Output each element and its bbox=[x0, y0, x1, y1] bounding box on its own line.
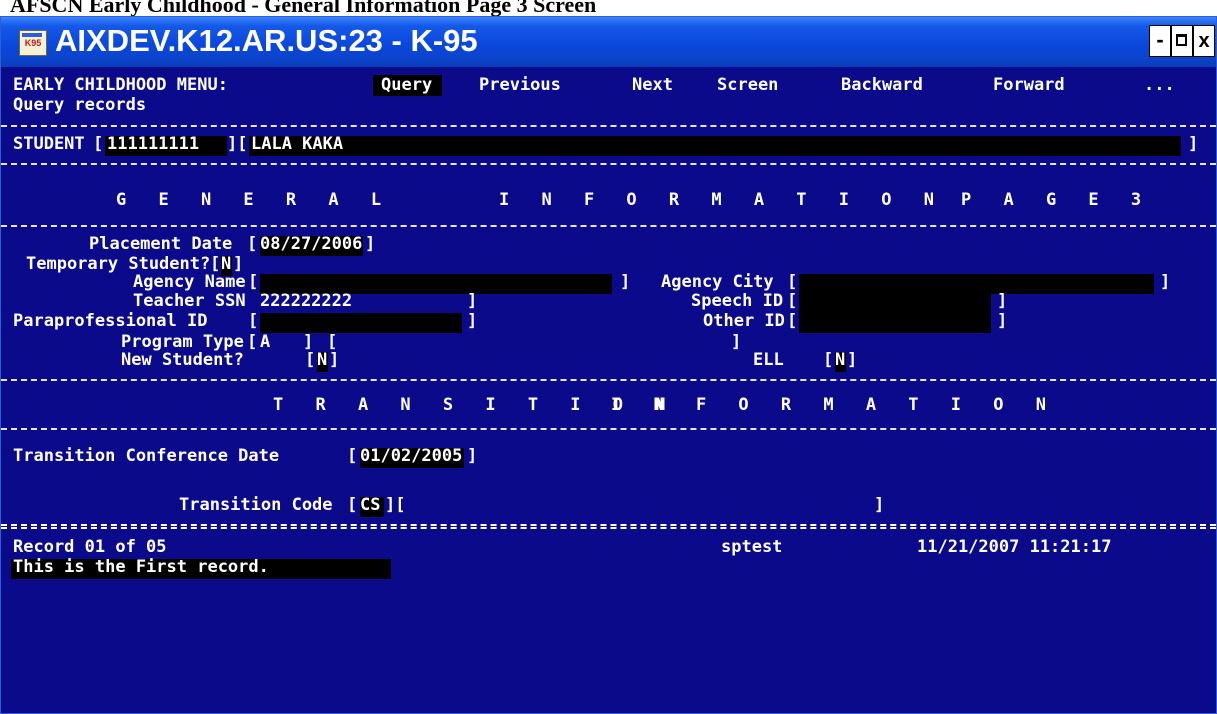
status-message: This is the First record. bbox=[13, 557, 269, 577]
bracket-join: ][ bbox=[385, 495, 406, 515]
paraprofessional-id-field-bg bbox=[260, 313, 462, 333]
new-student-label: New Student? bbox=[121, 350, 244, 370]
other-id-label: Other ID bbox=[703, 311, 785, 331]
minimize-button[interactable]: - bbox=[1149, 25, 1171, 57]
student-name-field[interactable]: LALA KAKA bbox=[251, 134, 343, 155]
bracket-close: ] bbox=[467, 291, 478, 311]
section-general: G E N E R A L bbox=[116, 190, 393, 210]
double-divider-line bbox=[1, 524, 1216, 529]
bracket-close: ] bbox=[1188, 134, 1199, 154]
speech-id-field-bg bbox=[799, 293, 991, 313]
student-id-field[interactable]: 111111111 bbox=[107, 134, 199, 155]
maximize-button[interactable] bbox=[1171, 25, 1193, 57]
maximize-icon bbox=[1176, 34, 1187, 46]
menu-help-text: Query records bbox=[13, 95, 147, 115]
menu-item-backward[interactable]: Backward bbox=[841, 75, 923, 96]
bracket-open: [ bbox=[787, 311, 798, 331]
bracket-open: [ bbox=[248, 272, 259, 292]
transition-conference-date-field[interactable]: 01/02/2005 bbox=[360, 446, 462, 467]
divider-line bbox=[1, 428, 1216, 430]
section-information: I N F O R M A T I O N bbox=[499, 190, 945, 210]
bracket-close: ] bbox=[365, 234, 376, 254]
divider-line bbox=[1, 125, 1216, 127]
bracket-close: ] bbox=[467, 311, 478, 331]
bracket-close: ] bbox=[329, 350, 340, 370]
bracket-open: [ bbox=[93, 134, 104, 154]
k95-app-icon[interactable]: K95 bbox=[19, 30, 47, 56]
menu-item-more[interactable]: ... bbox=[1144, 75, 1175, 96]
placement-date-field[interactable]: 08/27/2006 bbox=[260, 234, 362, 255]
menu-item-forward[interactable]: Forward bbox=[993, 75, 1065, 96]
placement-date-label: Placement Date bbox=[89, 234, 233, 254]
title-bar[interactable]: K95 AIXDEV.K12.AR.US:23 - K-95 - x bbox=[1, 17, 1216, 67]
bracket-close: ] bbox=[847, 350, 858, 370]
paraprofessional-id-label: Paraprofessional ID bbox=[13, 311, 208, 331]
bracket-close: ] bbox=[874, 495, 885, 515]
bracket-open: [ bbox=[247, 332, 258, 352]
close-button[interactable]: x bbox=[1193, 25, 1215, 57]
page-caption: AFSCN Early Childhood - General Informat… bbox=[10, 0, 597, 17]
section-transition-information: I N F O R M A T I O N bbox=[611, 395, 1057, 415]
menu-item-query[interactable]: Query bbox=[373, 75, 443, 96]
datetime-label: 11/21/2007 11:21:17 bbox=[917, 537, 1112, 557]
menu-item-previous[interactable]: Previous bbox=[479, 75, 561, 96]
student-name-field-bg bbox=[249, 136, 1181, 156]
divider-line bbox=[1, 163, 1216, 165]
menu-item-next[interactable]: Next bbox=[632, 75, 673, 96]
app-icon-label: K95 bbox=[24, 38, 42, 48]
program-type-field[interactable]: A bbox=[260, 332, 270, 353]
other-id-field-bg bbox=[799, 313, 991, 333]
window-title: AIXDEV.K12.AR.US:23 - K-95 bbox=[55, 23, 478, 58]
speech-id-label: Speech ID bbox=[691, 291, 784, 311]
menu-label: EARLY CHILDHOOD MENU: bbox=[13, 75, 228, 95]
bracket-close: ] bbox=[620, 272, 631, 292]
bracket-open: [ bbox=[787, 272, 798, 292]
agency-city-label: Agency City bbox=[661, 272, 774, 292]
bracket-join: ][ bbox=[227, 134, 248, 154]
menu-item-screen[interactable]: Screen bbox=[717, 75, 778, 96]
teacher-ssn-field[interactable]: 222222222 bbox=[260, 291, 352, 312]
bracket-close: ] bbox=[997, 311, 1008, 331]
bracket-close: ] bbox=[467, 446, 478, 466]
bracket-open: [ bbox=[248, 311, 259, 331]
agency-name-label: Agency Name bbox=[133, 272, 246, 292]
bracket-close: ] bbox=[997, 291, 1008, 311]
username-label: sptest bbox=[721, 537, 783, 557]
bracket-open: [ bbox=[305, 350, 316, 370]
divider-line bbox=[1, 225, 1216, 227]
transition-conference-date-label: Transition Conference Date bbox=[13, 446, 280, 466]
bracket-open: [ bbox=[347, 446, 358, 466]
transition-code-label: Transition Code bbox=[179, 495, 333, 515]
bracket-open: [ bbox=[347, 495, 358, 515]
ell-field[interactable]: N bbox=[835, 350, 845, 371]
new-student-field[interactable]: N bbox=[317, 350, 327, 371]
bracket-close: ] bbox=[1160, 272, 1171, 292]
bracket-close: ] bbox=[731, 332, 742, 352]
bracket-open: [ bbox=[787, 291, 798, 311]
section-page: P A G E 3 bbox=[961, 190, 1153, 210]
divider-line bbox=[1, 379, 1216, 381]
bracket-open: [ bbox=[823, 350, 834, 370]
ell-label: ELL bbox=[753, 350, 784, 370]
record-counter: Record 01 of 05 bbox=[13, 537, 167, 557]
terminal-screen[interactable]: EARLY CHILDHOOD MENU: Query Previous Nex… bbox=[1, 67, 1216, 713]
teacher-ssn-label: Teacher SSN bbox=[133, 291, 246, 311]
student-label: STUDENT bbox=[13, 134, 85, 154]
terminal-window: K95 AIXDEV.K12.AR.US:23 - K-95 - x EARLY… bbox=[0, 16, 1217, 714]
bracket-open: [ bbox=[247, 234, 258, 254]
transition-code-field[interactable]: CS bbox=[360, 495, 380, 516]
agency-city-field-bg bbox=[799, 274, 1154, 294]
